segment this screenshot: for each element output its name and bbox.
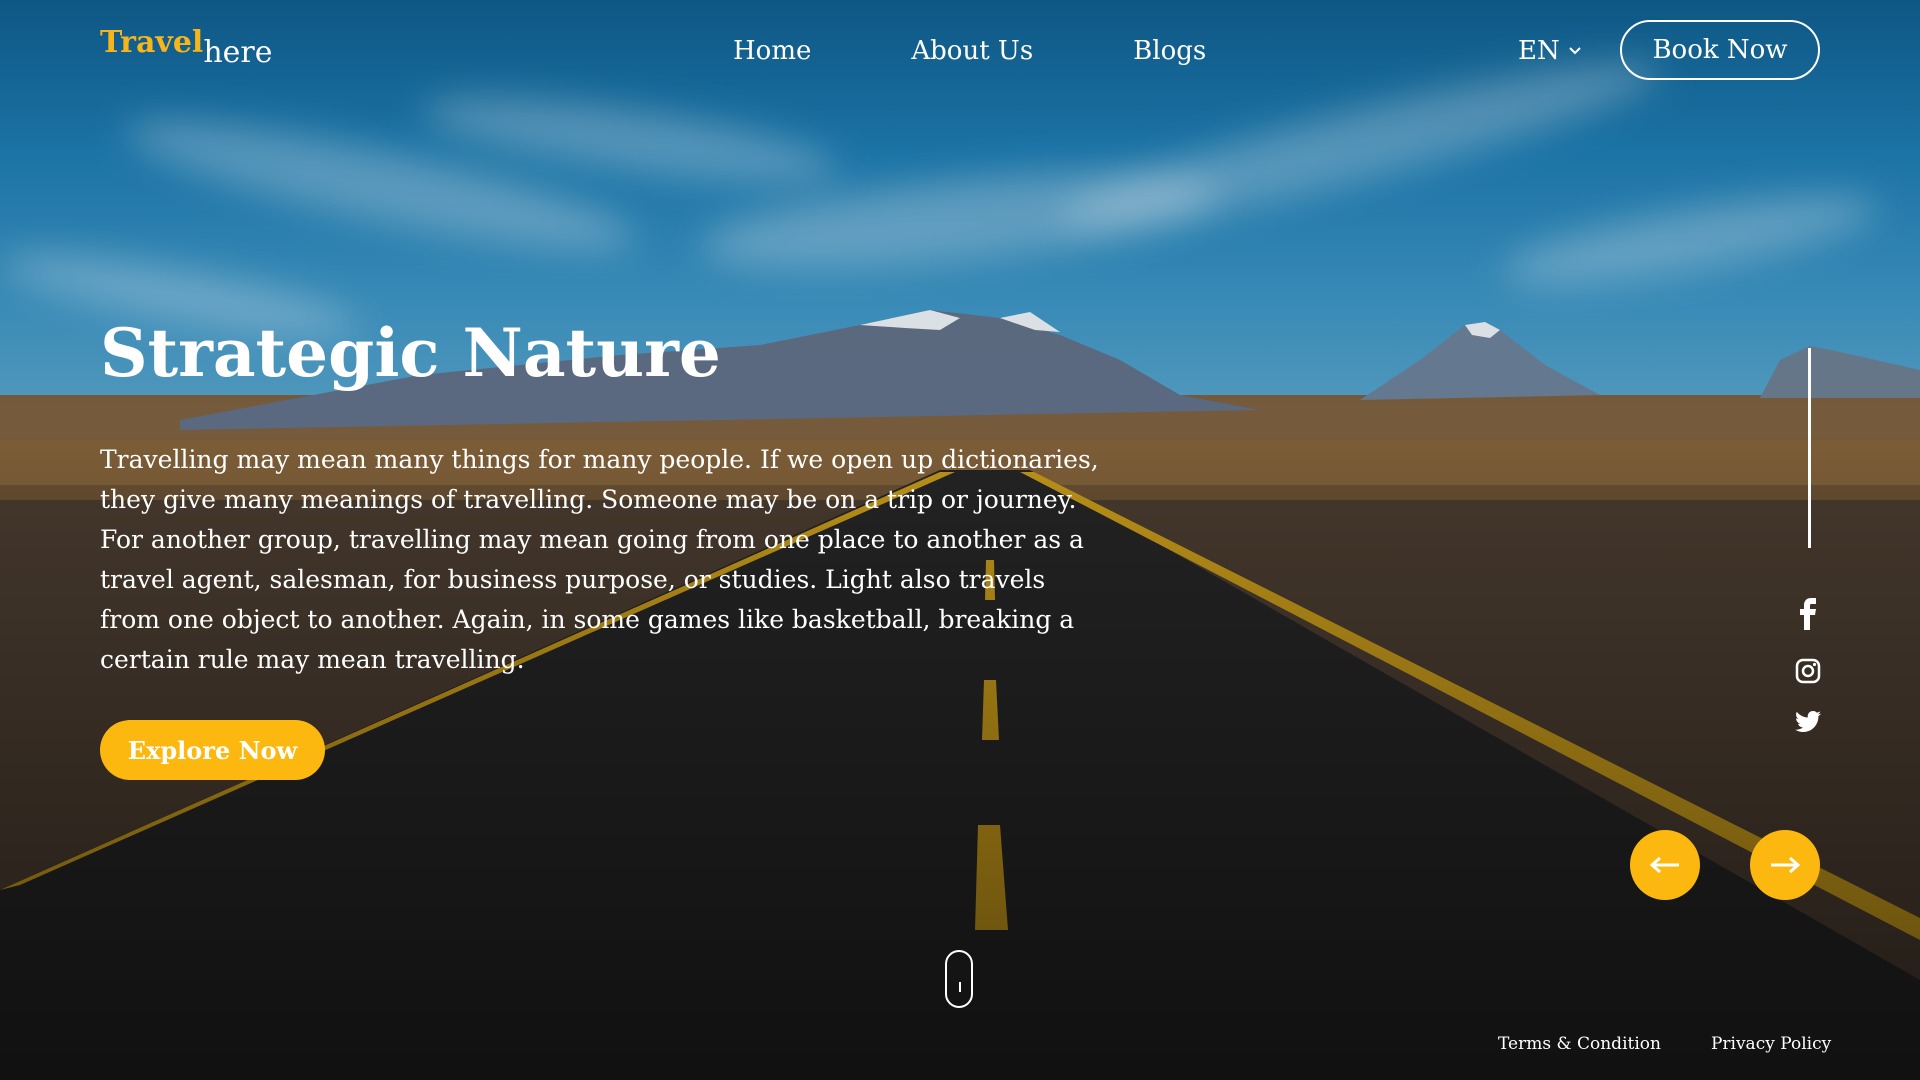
hero-description: Travelling may mean many things for many… xyxy=(100,445,1099,674)
slide-progress-line xyxy=(1808,348,1811,548)
privacy-link[interactable]: Privacy Policy xyxy=(1711,1032,1831,1056)
explore-now-button[interactable]: Explore Now xyxy=(100,720,325,780)
chevron-down-icon xyxy=(1569,47,1581,55)
main-nav: Home About Us Blogs xyxy=(733,34,1306,68)
terms-link[interactable]: Terms & Condition xyxy=(1498,1032,1661,1056)
book-now-button[interactable]: Book Now xyxy=(1620,20,1820,80)
language-label: EN xyxy=(1518,36,1560,66)
language-selector[interactable]: EN xyxy=(1518,34,1582,68)
instagram-icon[interactable] xyxy=(1790,653,1826,689)
logo-sub-text: here xyxy=(203,35,273,70)
hero-title: Strategic Nature xyxy=(100,314,721,392)
facebook-icon[interactable] xyxy=(1790,596,1826,632)
next-slide-button[interactable] xyxy=(1750,830,1820,900)
nav-home[interactable]: Home xyxy=(733,34,811,68)
prev-slide-button[interactable] xyxy=(1630,830,1700,900)
footer-links: Terms & Condition Privacy Policy xyxy=(1498,1032,1831,1056)
scroll-down-icon[interactable] xyxy=(945,950,973,1008)
arrow-left-icon xyxy=(1649,856,1679,874)
nav-about-us[interactable]: About Us xyxy=(911,34,1033,68)
nav-blogs[interactable]: Blogs xyxy=(1133,34,1206,68)
landing-page: Travel here Home About Us Blogs EN Book … xyxy=(0,0,1920,1080)
arrow-right-icon xyxy=(1771,856,1801,874)
twitter-icon[interactable] xyxy=(1790,704,1826,740)
logo[interactable]: Travel here xyxy=(100,25,272,68)
logo-main-text: Travel xyxy=(100,25,204,60)
scroll-wheel xyxy=(959,982,961,992)
